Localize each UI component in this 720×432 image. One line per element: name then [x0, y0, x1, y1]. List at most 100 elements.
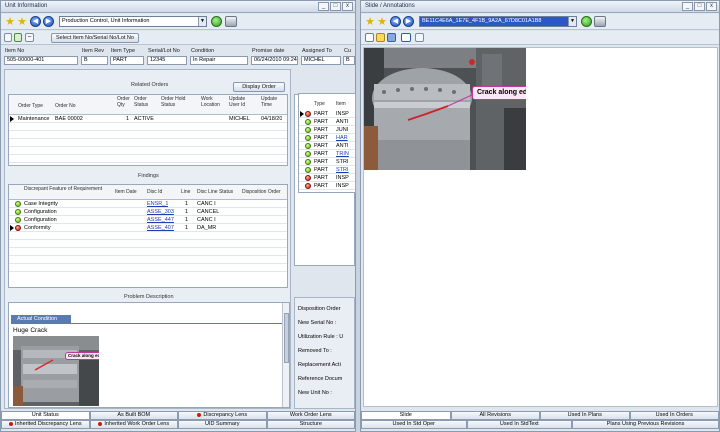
alert-dot-icon: [98, 421, 103, 426]
pencil-icon[interactable]: [365, 33, 374, 42]
part-row[interactable]: PART ANTI: [299, 142, 355, 150]
minimize-button[interactable]: _: [682, 2, 693, 11]
item-type-field[interactable]: PART: [110, 56, 144, 65]
print-icon[interactable]: [225, 16, 237, 27]
tab-uid-summary[interactable]: UID Summary: [178, 420, 267, 429]
part-row[interactable]: PART INSP: [299, 182, 355, 190]
tab-unit-status[interactable]: Unit Status: [1, 411, 90, 420]
cell-item: TRIN: [336, 151, 349, 157]
cell-item: INSP: [336, 175, 349, 181]
tab-underline: [11, 323, 283, 324]
finding-row[interactable]: Configuration ASSE_303 1 CANCEL: [9, 208, 287, 216]
tab-inherited-discrepancy-lens[interactable]: Inherited Discrepancy Lens: [1, 420, 90, 429]
crack-callout[interactable]: Crack along edge: [472, 86, 526, 100]
pane-splitter[interactable]: [356, 0, 360, 432]
part-row[interactable]: PART ANTI: [299, 118, 355, 126]
options-icon[interactable]: [415, 33, 424, 42]
crack-callout-small[interactable]: Crack along edge: [65, 352, 99, 360]
favorite-star-icon[interactable]: ★: [376, 16, 388, 28]
condition-field[interactable]: In Repair: [190, 56, 248, 65]
slide-photo[interactable]: Crack along edge: [364, 48, 526, 170]
disc-id-link[interactable]: ENSR_1: [147, 200, 168, 208]
unit-tabs-row-1: Unit Status As Built BOM Discrepancy Len…: [1, 411, 355, 420]
chevron-down-icon[interactable]: ▼: [568, 17, 576, 26]
problem-scrollbar-thumb[interactable]: [284, 313, 289, 363]
chevron-down-icon[interactable]: ▼: [198, 17, 206, 26]
refresh-icon[interactable]: [14, 33, 22, 42]
finding-row[interactable]: Case Integrity ENSR_1 1 CANC I: [9, 200, 287, 208]
disc-id-link[interactable]: ASSE_447: [147, 216, 174, 224]
print-icon[interactable]: [594, 16, 606, 27]
assigned-to-field[interactable]: MICHEL: [301, 56, 341, 65]
options-icon[interactable]: –: [25, 33, 34, 42]
item-no-field[interactable]: 505-00000-401: [4, 56, 78, 65]
part-row[interactable]: PART INSP: [299, 110, 355, 118]
favorite-star-icon[interactable]: ★: [16, 16, 28, 28]
finding-row[interactable]: Configuration ASSE_447 1 CANC I: [9, 216, 287, 224]
star-icon[interactable]: ★: [4, 16, 16, 28]
tab-inherited-work-order-lens[interactable]: Inherited Work Order Lens: [89, 420, 178, 429]
display-order-button[interactable]: Display Order: [233, 82, 285, 92]
actual-condition-tab[interactable]: Actual Condition: [11, 315, 71, 323]
slide-annotations-window: Slide / Annotations _ □ x ★ ★ ◀ ▶ BE11C4…: [360, 0, 720, 432]
go-icon[interactable]: [211, 16, 222, 27]
tab-used-in-plans[interactable]: Used In Plans: [540, 411, 630, 420]
tab-as-built-bom[interactable]: As Built BOM: [89, 411, 178, 420]
star-icon[interactable]: ★: [364, 16, 376, 28]
maximize-button[interactable]: □: [694, 2, 705, 11]
tab-plans-using-previous-revisions[interactable]: Plans Using Previous Revisions: [572, 420, 719, 429]
item-no-label: Item No: [5, 48, 25, 54]
customer-field[interactable]: B: [343, 56, 355, 65]
promise-date-field[interactable]: 06/24/2010 09:24: [251, 56, 298, 65]
status-error-icon: [15, 225, 21, 231]
part-row[interactable]: PART INSP: [299, 174, 355, 182]
slide-tabs-row-2: Used In Std Oper Used In StdText Plans U…: [361, 420, 719, 429]
view-selector[interactable]: Production Control, Unit Information ▼: [59, 16, 207, 27]
part-row[interactable]: PART STRI: [299, 158, 355, 166]
cell-item: HAR: [336, 135, 348, 141]
cell-type: PART: [314, 183, 329, 189]
tab-work-order-lens[interactable]: Work Order Lens: [266, 411, 355, 420]
table-row[interactable]: Maintenance BAE 00002 1 ACTIVE MICHEL 04…: [9, 115, 287, 123]
col-order-qty: Order Qty: [117, 96, 130, 108]
cell-type: PART: [314, 159, 329, 165]
disc-id-link[interactable]: ASSE_407: [147, 224, 174, 232]
part-row[interactable]: PART HAR: [299, 134, 355, 142]
tab-used-in-stdtext[interactable]: Used In StdText: [466, 420, 573, 429]
layers-icon[interactable]: [387, 33, 396, 42]
folder-icon[interactable]: [376, 33, 385, 42]
disc-id-link[interactable]: ASSE_303: [147, 208, 174, 216]
forward-arrow-icon[interactable]: ▶: [403, 16, 414, 27]
finding-row[interactable]: Conformity ASSE_407 1 DA_MR: [9, 224, 287, 232]
tab-slide[interactable]: Slide: [361, 411, 451, 420]
tab-used-in-orders-label: Used In Orders: [655, 412, 693, 418]
back-arrow-icon[interactable]: ◀: [390, 16, 401, 27]
edit-icon[interactable]: [4, 33, 12, 42]
part-row[interactable]: PART STRI: [299, 166, 355, 174]
tab-discrepancy-lens[interactable]: Discrepancy Lens: [178, 411, 267, 420]
slide-canvas: Crack along edge: [363, 47, 718, 407]
tab-used-in-std-oper[interactable]: Used In Std Oper: [361, 420, 467, 429]
part-row[interactable]: PART JUNI: [299, 126, 355, 134]
tab-all-revisions[interactable]: All Revisions: [450, 411, 540, 420]
tab-structure[interactable]: Structure: [266, 420, 355, 429]
tab-used-in-stdtext-label: Used In StdText: [499, 421, 539, 427]
forward-arrow-icon[interactable]: ▶: [43, 16, 54, 27]
split-view-icon[interactable]: [401, 33, 411, 42]
maximize-button[interactable]: □: [330, 2, 341, 11]
close-button[interactable]: x: [342, 2, 353, 11]
minimize-button[interactable]: _: [318, 2, 329, 11]
back-arrow-icon[interactable]: ◀: [30, 16, 41, 27]
close-button[interactable]: x: [706, 2, 717, 11]
tab-used-in-orders[interactable]: Used In Orders: [629, 411, 719, 420]
problem-scrollbar[interactable]: [282, 303, 289, 407]
select-item-button[interactable]: Select Item No/Serial No/Lot No: [51, 33, 139, 43]
slide-selector-value: BE11C4E6A_1E7E_4F1B_9A2A_67D8C01A1B8: [422, 18, 542, 24]
part-row[interactable]: PART TRIN: [299, 150, 355, 158]
window-title: Unit Information: [5, 3, 48, 9]
status-ok-icon: [15, 209, 21, 215]
go-icon[interactable]: [581, 16, 592, 27]
item-rev-field[interactable]: B: [81, 56, 108, 65]
serial-lot-field[interactable]: 12345: [147, 56, 187, 65]
slide-selector[interactable]: BE11C4E6A_1E7E_4F1B_9A2A_67D8C01A1B8 ▼: [419, 16, 577, 27]
